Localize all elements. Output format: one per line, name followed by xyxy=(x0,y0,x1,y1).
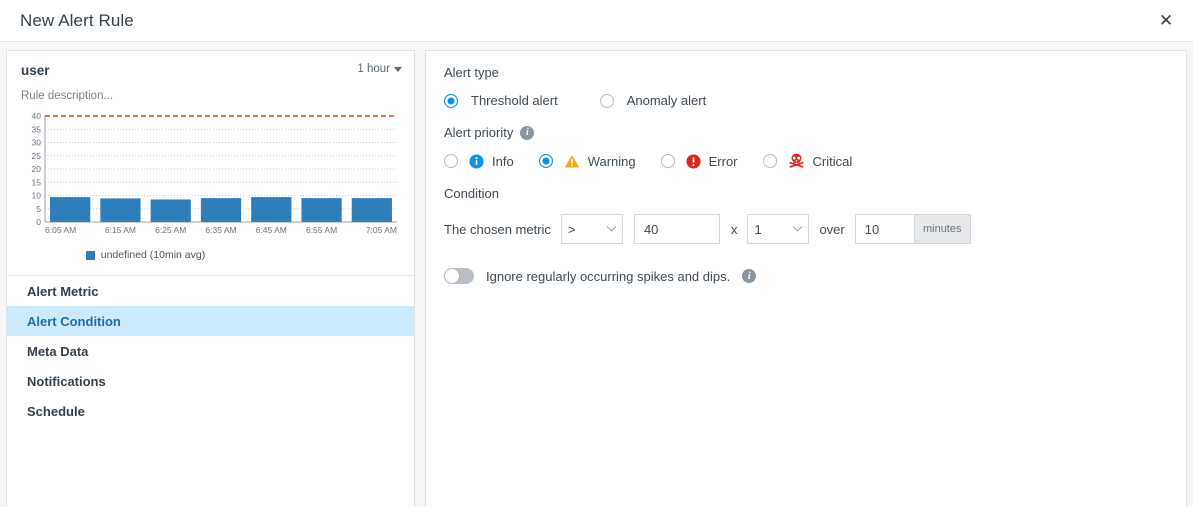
radio-priority-critical-label[interactable]: Critical xyxy=(813,154,853,169)
rule-description: Rule description... xyxy=(21,90,114,102)
threshold-value-input[interactable] xyxy=(633,214,720,244)
sidebar-item-schedule[interactable]: Schedule xyxy=(7,396,414,426)
times-multiplier-text: x xyxy=(730,221,738,237)
svg-text:6:35 AM: 6:35 AM xyxy=(205,225,236,235)
section-nav-list: Alert Metric Alert Condition Meta Data N… xyxy=(7,275,414,426)
info-badge-icon xyxy=(469,153,484,169)
error-badge-icon xyxy=(686,153,701,169)
duration-value-input[interactable] xyxy=(854,214,915,244)
dialog-header: New Alert Rule ✕ xyxy=(0,0,1193,42)
ignore-spikes-row: Ignore regularly occurring spikes and di… xyxy=(444,268,1168,284)
radio-anomaly-alert-label[interactable]: Anomaly alert xyxy=(627,93,706,108)
alert-priority-heading-row: Alert priority i xyxy=(444,125,1168,140)
metric-name: user xyxy=(21,63,50,78)
radio-anomaly-alert[interactable] xyxy=(599,93,614,108)
ignore-spikes-label: Ignore regularly occurring spikes and di… xyxy=(486,268,731,284)
condition-heading: Condition xyxy=(444,186,499,201)
bar-chart: 0 5 10 15 20 25 30 35 40 6:05 AM 6:15 AM 6:25 AM 6:3… xyxy=(19,110,402,247)
svg-text:20: 20 xyxy=(32,164,42,174)
svg-text:25: 25 xyxy=(32,151,42,161)
time-range-label: 1 hour xyxy=(357,63,390,75)
info-icon[interactable]: i xyxy=(742,269,757,283)
svg-text:0: 0 xyxy=(36,217,41,227)
sidebar-item-label: Alert Metric xyxy=(27,283,99,299)
svg-text:6:05 AM: 6:05 AM xyxy=(45,225,76,235)
chart-svg: 0 5 10 15 20 25 30 35 40 6:05 AM 6:15 AM 6:25 AM 6:3… xyxy=(32,111,397,235)
ignore-spikes-toggle[interactable] xyxy=(444,268,474,284)
operator-select-value: > xyxy=(567,221,576,237)
radio-priority-warning-label[interactable]: Warning xyxy=(588,154,636,169)
multiplier-select[interactable]: 1 xyxy=(747,214,810,244)
right-panel: Alert type Threshold alert Anomaly alert… xyxy=(425,50,1187,507)
legend-label: undefined (10min avg) xyxy=(100,249,206,261)
multiplier-select-value: 1 xyxy=(754,221,762,237)
svg-text:35: 35 xyxy=(32,124,42,134)
left-panel: user 1 hour Rule description... 0 5 10 15 20… xyxy=(6,50,415,507)
sidebar-item-meta-data[interactable]: Meta Data xyxy=(7,336,414,366)
toggle-knob xyxy=(445,269,459,283)
svg-text:10: 10 xyxy=(32,191,42,201)
svg-text:40: 40 xyxy=(32,111,42,121)
radio-threshold-alert[interactable] xyxy=(444,93,458,108)
sidebar-item-alert-metric[interactable]: Alert Metric xyxy=(7,276,414,306)
time-range-dropdown[interactable]: 1 hour xyxy=(357,63,402,75)
page-title: New Alert Rule xyxy=(20,10,134,30)
over-text: over xyxy=(819,221,845,237)
alert-priority-radio-group: Info Warning Error Critical xyxy=(444,153,1168,169)
radio-priority-warning[interactable] xyxy=(538,154,553,168)
svg-text:6:15 AM: 6:15 AM xyxy=(105,225,136,235)
svg-text:15: 15 xyxy=(32,177,42,187)
chevron-down-icon xyxy=(394,66,402,72)
operator-select[interactable]: > xyxy=(560,214,623,244)
alert-priority-heading: Alert priority xyxy=(444,125,514,140)
sidebar-item-label: Notifications xyxy=(27,373,106,389)
chart-legend: undefined (10min avg) xyxy=(0,249,402,261)
svg-text:30: 30 xyxy=(32,138,42,148)
svg-text:6:25 AM: 6:25 AM xyxy=(155,225,186,235)
duration-unit-label: minutes xyxy=(914,214,971,244)
close-icon[interactable]: ✕ xyxy=(1151,6,1181,36)
new-alert-rule-dialog: New Alert Rule ✕ user 1 hour Rule descri… xyxy=(0,0,1193,507)
condition-row: The chosen metric > x 1 over minutes xyxy=(444,214,1168,244)
skull-crossbones-icon xyxy=(788,153,805,169)
svg-text:6:45 AM: 6:45 AM xyxy=(256,225,287,235)
svg-text:7:05 AM: 7:05 AM xyxy=(366,225,397,235)
dialog-body: user 1 hour Rule description... 0 5 10 15 20… xyxy=(0,42,1193,507)
alert-type-radio-group: Threshold alert Anomaly alert xyxy=(444,93,1168,108)
radio-threshold-alert-label[interactable]: Threshold alert xyxy=(471,93,558,108)
radio-priority-error[interactable] xyxy=(660,154,675,168)
svg-text:5: 5 xyxy=(36,204,41,214)
sidebar-item-label: Alert Condition xyxy=(27,313,121,329)
legend-swatch xyxy=(85,250,95,260)
chevron-down-icon xyxy=(606,221,617,232)
chevron-down-icon xyxy=(792,221,803,232)
radio-priority-info-label[interactable]: Info xyxy=(492,154,514,169)
sidebar-item-notifications[interactable]: Notifications xyxy=(7,366,414,396)
condition-prefix-text: The chosen metric xyxy=(444,221,551,237)
radio-priority-info[interactable] xyxy=(444,154,458,168)
svg-text:6:55 AM: 6:55 AM xyxy=(306,225,337,235)
info-icon[interactable]: i xyxy=(520,125,535,140)
radio-priority-critical[interactable] xyxy=(762,154,777,168)
sidebar-item-label: Schedule xyxy=(27,403,85,419)
sidebar-item-alert-condition[interactable]: Alert Condition xyxy=(7,306,414,336)
alert-type-heading: Alert type xyxy=(444,65,499,80)
sidebar-item-label: Meta Data xyxy=(27,343,89,359)
radio-priority-error-label[interactable]: Error xyxy=(709,154,738,169)
chart-preview-block: user 1 hour Rule description... 0 5 10 15 20… xyxy=(7,51,414,265)
chart-header: user 1 hour xyxy=(19,63,402,78)
warning-triangle-icon xyxy=(564,154,580,169)
